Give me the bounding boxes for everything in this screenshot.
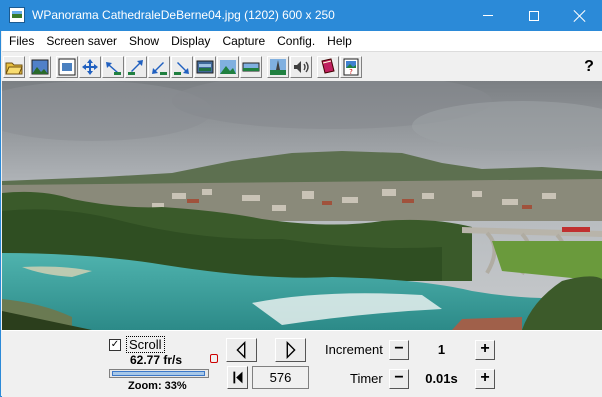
expand-arrows-icon[interactable] <box>79 56 101 78</box>
minimize-button[interactable] <box>465 0 511 31</box>
help-button[interactable]: ? <box>578 56 600 78</box>
panorama-view-icon[interactable] <box>194 56 216 78</box>
maximize-icon <box>529 10 539 21</box>
menu-capture[interactable]: Capture <box>216 31 271 51</box>
scroll-label[interactable]: Scroll <box>126 336 165 353</box>
timer-label: Timer <box>350 371 383 386</box>
menu-show[interactable]: Show <box>123 31 165 51</box>
menu-files[interactable]: Files <box>2 31 40 51</box>
menu-help[interactable]: Help <box>321 31 358 51</box>
triangle-right-icon <box>286 341 296 359</box>
menu-display[interactable]: Display <box>165 31 216 51</box>
scroll-checkbox[interactable]: ✓ <box>109 339 121 351</box>
arrow-down-left-icon[interactable] <box>148 56 170 78</box>
triangle-left-icon <box>236 341 246 359</box>
image-icon[interactable] <box>29 56 51 78</box>
arrow-down-right-icon[interactable] <box>171 56 193 78</box>
skip-to-start-icon <box>233 371 243 384</box>
app-icon[interactable] <box>9 7 25 23</box>
previous-button[interactable] <box>226 338 257 362</box>
panorama-image[interactable] <box>2 81 602 330</box>
first-frame-button[interactable] <box>227 366 248 389</box>
title-bar[interactable]: WPanorama CathedraleDeBerne04.jpg (1202)… <box>1 0 602 31</box>
timer-decrease-button[interactable]: − <box>389 369 409 389</box>
next-button[interactable] <box>275 338 306 362</box>
maximize-button[interactable] <box>511 0 557 31</box>
zoom-slider[interactable] <box>109 369 209 378</box>
close-button[interactable] <box>557 0 602 31</box>
increment-decrease-button[interactable]: − <box>389 340 409 360</box>
toolbar: ? ? <box>2 51 602 81</box>
open-file-icon[interactable] <box>3 56 25 78</box>
control-panel: ✓ Scroll 62.77 fr/s Zoom: 33% 576 Increm… <box>2 330 602 397</box>
timer-value: 0.01s <box>413 369 470 389</box>
arrow-left-down-icon[interactable] <box>102 56 124 78</box>
frame-position-field[interactable]: 576 <box>252 366 309 389</box>
menu-config[interactable]: Config. <box>271 31 321 51</box>
increment-label: Increment <box>325 342 383 357</box>
arrow-up-right-icon[interactable] <box>125 56 147 78</box>
book-icon[interactable] <box>317 56 339 78</box>
menu-screen-saver[interactable]: Screen saver <box>40 31 123 51</box>
app-window: WPanorama CathedraleDeBerne04.jpg (1202)… <box>0 0 602 397</box>
timer-increase-button[interactable]: + <box>475 369 495 389</box>
fit-window-icon[interactable] <box>56 56 78 78</box>
zoom-slider-fill <box>112 371 205 376</box>
svg-text:?: ? <box>349 68 353 76</box>
minimize-icon <box>483 15 493 16</box>
tower-icon[interactable] <box>267 56 289 78</box>
flat-view-icon[interactable] <box>240 56 262 78</box>
record-icon[interactable] <box>210 354 218 363</box>
increment-increase-button[interactable]: + <box>475 340 495 360</box>
increment-value: 1 <box>413 340 470 360</box>
close-icon <box>574 10 586 22</box>
zoom-readout: Zoom: 33% <box>128 380 187 392</box>
landscape-icon[interactable] <box>217 56 239 78</box>
window-title: WPanorama CathedraleDeBerne04.jpg (1202)… <box>32 8 335 22</box>
menu-bar: Files Screen saver Show Display Capture … <box>2 31 602 51</box>
sound-icon[interactable] <box>290 56 312 78</box>
frame-rate-readout: 62.77 fr/s <box>130 353 183 367</box>
slideshow-icon[interactable]: ? <box>340 56 362 78</box>
